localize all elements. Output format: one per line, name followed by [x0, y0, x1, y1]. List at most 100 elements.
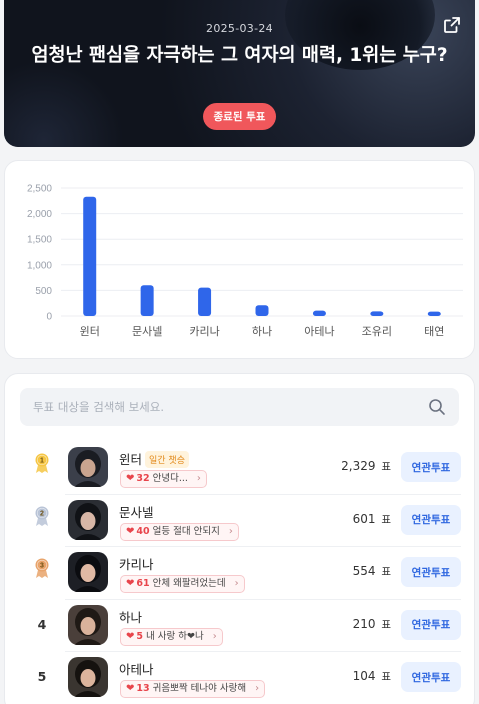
related-vote-button[interactable]: 연관투표: [401, 609, 461, 640]
heart-icon: ❤: [126, 683, 135, 694]
top-comment-chip[interactable]: ❤ 32 안녕다... ›: [120, 470, 207, 488]
comment-count: 13: [136, 683, 150, 694]
heart-icon: ❤: [126, 578, 135, 589]
comment-count: 5: [136, 630, 144, 642]
comment-count: 40: [136, 525, 150, 537]
top-comment-chip[interactable]: ❤ 61 안체 왜팔려었는데 ›: [120, 575, 245, 593]
x-category-label: 아테나: [304, 325, 334, 338]
candidate-name: 문사넬: [119, 504, 154, 520]
chevron-right-icon: ›: [228, 525, 233, 537]
avatar[interactable]: [68, 447, 108, 487]
x-category-label: 문사넬: [132, 325, 162, 338]
comment-text: 안녕다...: [152, 473, 188, 484]
top-comment-chip[interactable]: ❤ 40 얼등 절대 안되지 ›: [120, 522, 239, 541]
chevron-right-icon: ›: [234, 578, 239, 589]
candidate-row[interactable]: 3 카리나 ❤ 61 안체 왜팔려었는데 › 554 표 연관투표: [5, 546, 476, 599]
search-input[interactable]: [20, 388, 410, 426]
x-category-label: 하나: [252, 324, 272, 338]
y-tick-label: 500: [35, 286, 52, 297]
avatar[interactable]: [68, 657, 108, 697]
bar-하나[interactable]: [255, 305, 269, 316]
row-divider: [65, 598, 461, 600]
y-tick-label: 2,500: [27, 184, 52, 195]
rank-number: 4: [37, 616, 47, 632]
rank-number: 1: [40, 458, 44, 465]
bar-윈터[interactable]: [83, 196, 97, 316]
rank-medal-icon: 2: [35, 506, 49, 526]
related-vote-button[interactable]: 연관투표: [401, 662, 461, 692]
vote-date: 2025-03-24: [206, 22, 273, 35]
vote-chart-card: 0 500 1,000 1,500 2,000 2,500 윈터 문사넬 카리나 하나 아테나 조유리…: [4, 160, 475, 359]
vote-count: 210: [352, 616, 376, 631]
avatar[interactable]: [68, 552, 108, 592]
bar-문사넬[interactable]: [140, 285, 154, 316]
vote-unit: 표: [381, 566, 391, 578]
bar-조유리[interactable]: [370, 311, 384, 316]
rank-medal-icon: 1: [35, 453, 49, 473]
chevron-right-icon: ›: [212, 630, 217, 642]
vote-title: 엄청난 팬심을 자극하는 그 여자의 매력, 1위는 누구?: [31, 45, 448, 66]
candidate-name: 아테나: [119, 662, 154, 677]
avatar[interactable]: [68, 499, 108, 540]
avatar[interactable]: [68, 604, 108, 645]
candidate-row[interactable]: 4 하나 ❤ 5 내 사랑 하❤나 › 210 표 연관투표: [5, 598, 476, 652]
comment-text: 안체 왜팔려었는데: [152, 578, 226, 589]
rank-number: 2: [40, 510, 44, 517]
vote-count: 554: [352, 564, 376, 578]
search-bar: [20, 388, 459, 426]
y-tick-label: 0: [46, 312, 52, 323]
y-tick-label: 1,500: [27, 235, 52, 246]
external-link-icon[interactable]: [443, 16, 461, 34]
x-category-label: 조유리: [362, 325, 392, 338]
heart-icon: ❤: [126, 630, 135, 642]
bar-아테나[interactable]: [312, 310, 326, 316]
x-category-label: 태연: [424, 325, 444, 338]
y-tick-label: 1,000: [27, 260, 52, 271]
chevron-right-icon: ›: [255, 683, 260, 694]
decorative-blob: [4, 60, 124, 147]
candidate-name: 윈터: [119, 452, 143, 467]
vote-unit: 표: [381, 671, 391, 683]
vote-header-banner: 2025-03-24 엄청난 팬심을 자극하는 그 여자의 매력, 1위는 누구…: [4, 0, 475, 147]
vote-count: 601: [352, 511, 376, 526]
x-category-label: 카리나: [189, 325, 219, 338]
top-comment-chip[interactable]: ❤ 13 귀음뽀짝 테나야 사랑해 ›: [120, 680, 266, 698]
rank-medal-icon: 3: [35, 558, 49, 578]
bar-태연[interactable]: [427, 311, 441, 316]
daily-winner-tag: 일간 챗승: [145, 451, 189, 468]
vote-unit: 표: [381, 461, 391, 473]
row-divider: [65, 546, 461, 547]
candidate-name: 하나: [119, 609, 143, 625]
rank-number: 5: [37, 669, 47, 684]
heart-icon: ❤: [126, 473, 135, 484]
comment-text: 얼등 절대 안되지: [152, 525, 220, 537]
candidate-name: 카리나: [119, 557, 154, 572]
vote-bar-chart: 0 500 1,000 1,500 2,000 2,500 윈터 문사넬 카리나 하나 아테나 조유리…: [27, 184, 463, 338]
candidate-row[interactable]: 2 문사넬 ❤ 40 얼등 절대 안되지 › 601 표 연관투표: [5, 493, 476, 547]
vote-count: 104: [352, 669, 376, 683]
comment-text: 귀음뽀짝 테나야 사랑해: [152, 683, 247, 694]
candidate-row[interactable]: 1 윈터 일간 챗승 ❤ 32 안녕다... › 2,329 표 연관투표: [5, 442, 476, 494]
top-comment-chip[interactable]: ❤ 5 내 사랑 하❤나 ›: [120, 627, 223, 646]
search-icon[interactable]: [428, 398, 446, 416]
heart-icon: ❤: [126, 525, 135, 537]
vote-unit: 표: [381, 618, 391, 631]
related-vote-button[interactable]: 연관투표: [401, 452, 461, 482]
related-vote-button[interactable]: 연관투표: [401, 504, 461, 535]
vote-unit: 표: [381, 513, 391, 526]
comment-count: 32: [136, 473, 150, 484]
row-divider: [65, 493, 461, 495]
bar-카리나[interactable]: [198, 287, 212, 316]
status-badge: 종료된 투표: [202, 103, 277, 130]
vote-count: 2,329: [341, 459, 376, 473]
related-vote-button[interactable]: 연관투표: [401, 557, 461, 587]
y-tick-label: 2,000: [27, 209, 52, 220]
row-divider: [65, 651, 461, 652]
rank-number: 3: [40, 563, 44, 570]
comment-text: 내 사랑 하❤나: [146, 630, 204, 642]
chevron-right-icon: ›: [196, 473, 201, 484]
candidate-list-card: 1 윈터일간 챗승 ❤32안녕다... › 2,329 표 연관투표: [4, 373, 475, 704]
x-category-label: 윈터: [80, 324, 100, 338]
candidate-row[interactable]: 5 아테나 ❤ 13 귀음뽀짝 테나야 사랑해 › 104 표 연관투표: [5, 651, 476, 704]
comment-count: 61: [136, 578, 150, 589]
